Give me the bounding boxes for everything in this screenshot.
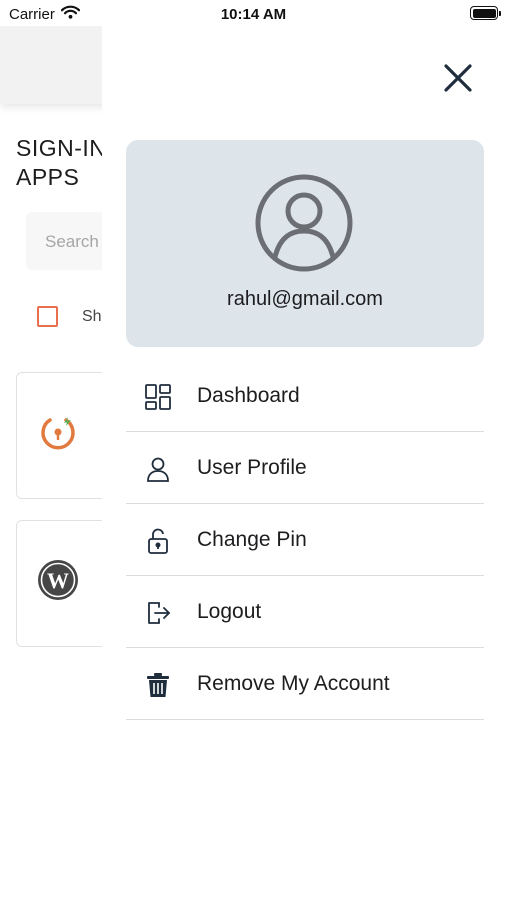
menu-item-logout[interactable]: Logout bbox=[126, 576, 484, 648]
unlock-icon bbox=[144, 527, 172, 555]
menu-label: Remove My Account bbox=[197, 672, 390, 695]
menu-item-remove-account[interactable]: Remove My Account bbox=[126, 648, 484, 720]
checkbox-label: Sh bbox=[82, 308, 102, 325]
app-logo-icon bbox=[41, 417, 75, 450]
menu-label: Change Pin bbox=[197, 528, 307, 551]
status-bar: Carrier 10:14 AM bbox=[0, 0, 507, 26]
side-drawer: rahul@gmail.com Dashboard User Profile C… bbox=[102, 26, 507, 900]
svg-text:W: W bbox=[47, 568, 69, 593]
logout-icon bbox=[144, 599, 172, 627]
dashboard-icon bbox=[144, 383, 172, 411]
trash-icon bbox=[144, 671, 172, 699]
menu-label: User Profile bbox=[197, 456, 307, 479]
menu-item-user-profile[interactable]: User Profile bbox=[126, 432, 484, 504]
menu-label: Dashboard bbox=[197, 384, 300, 407]
user-email: rahul@gmail.com bbox=[227, 288, 383, 310]
show-checkbox[interactable] bbox=[37, 306, 58, 327]
battery-icon bbox=[470, 6, 501, 20]
menu-item-dashboard[interactable]: Dashboard bbox=[126, 360, 484, 432]
drawer-menu: Dashboard User Profile Change Pin Logout… bbox=[126, 360, 484, 720]
close-icon bbox=[444, 64, 472, 92]
close-button[interactable] bbox=[438, 58, 478, 98]
clock: 10:14 AM bbox=[220, 6, 287, 23]
menu-label: Logout bbox=[197, 600, 262, 623]
search-placeholder: Search bbox=[45, 232, 99, 251]
wordpress-icon: W bbox=[38, 560, 78, 600]
profile-card: rahul@gmail.com bbox=[126, 140, 484, 347]
menu-item-change-pin[interactable]: Change Pin bbox=[126, 504, 484, 576]
avatar-icon bbox=[255, 174, 353, 272]
user-icon bbox=[144, 455, 172, 483]
